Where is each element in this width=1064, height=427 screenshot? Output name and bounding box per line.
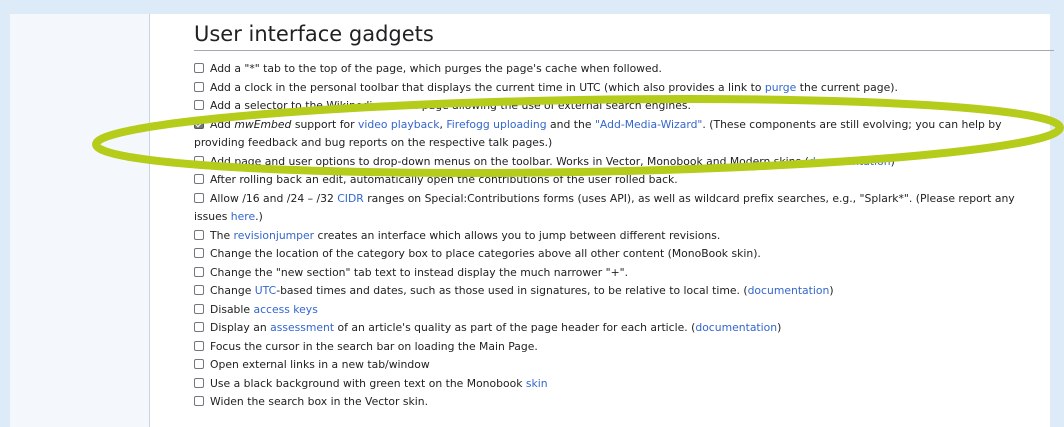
gadget-option: Change the location of the category box … xyxy=(194,245,1044,264)
gadget-checkbox[interactable] xyxy=(194,100,204,110)
gadget-option: The revisionjumper creates an interface … xyxy=(194,227,1044,246)
gadget-link[interactable]: video playback xyxy=(358,118,439,131)
gadget-checkbox[interactable] xyxy=(194,174,204,184)
gadget-text: Display an xyxy=(210,321,271,334)
gadget-checkbox[interactable] xyxy=(194,118,204,129)
gadget-option: After rolling back an edit, automaticall… xyxy=(194,171,1044,190)
gadget-text: Change the location of the category box … xyxy=(210,247,761,260)
gadget-option: Use a black background with green text o… xyxy=(194,375,1044,394)
gadget-text: Use a black background with green text o… xyxy=(210,376,526,390)
gadget-option: Add a clock in the personal toolbar that… xyxy=(194,79,1044,98)
gadget-text: Add page and user options to drop-down m… xyxy=(210,154,809,168)
gadget-text: Change the "new section" tab text to ins… xyxy=(210,265,629,279)
gadget-link[interactable]: search xyxy=(382,99,418,112)
gadget-link[interactable]: here xyxy=(231,210,255,223)
gadget-checkbox[interactable] xyxy=(194,303,204,314)
gadget-text: Add a selector to the Wikipedia xyxy=(210,99,383,112)
gadget-checkbox[interactable] xyxy=(194,81,204,92)
gadget-link[interactable]: documentation xyxy=(748,284,830,297)
sidebar-column xyxy=(10,14,150,427)
gadget-option: Change the "new section" tab text to ins… xyxy=(194,264,1044,283)
gadget-option: Add a "*" tab to the top of the page, wh… xyxy=(194,60,1044,79)
gadget-text: Add xyxy=(210,117,235,131)
gadget-text: Focus the cursor in the search bar on lo… xyxy=(210,339,538,353)
gadget-list: Add a "*" tab to the top of the page, wh… xyxy=(194,60,1044,412)
gadget-option: Add a selector to the Wikipedia search p… xyxy=(194,97,1044,116)
gadget-link[interactable]: skin xyxy=(526,377,548,390)
gadget-text: of an article's quality as part of the p… xyxy=(334,321,696,334)
gadget-checkbox[interactable] xyxy=(194,377,204,388)
gadget-link[interactable]: assessment xyxy=(270,321,334,334)
gadget-text: ) xyxy=(777,321,782,334)
gadget-text: Allow /16 and /24 – /32 xyxy=(210,191,338,205)
gadget-checkbox[interactable] xyxy=(194,266,204,277)
gadget-checkbox[interactable] xyxy=(194,229,204,240)
gadget-text: .) xyxy=(255,210,263,223)
gadget-checkbox[interactable] xyxy=(194,192,204,203)
gadget-checkbox[interactable] xyxy=(194,340,204,351)
gadget-text: ) xyxy=(829,284,834,297)
gadget-option: Open external links in a new tab/window xyxy=(194,356,1044,375)
gadget-text: ) xyxy=(890,154,895,168)
gadget-checkbox[interactable] xyxy=(194,285,204,295)
gadget-option: Add page and user options to drop-down m… xyxy=(194,153,1044,172)
gadget-checkbox[interactable] xyxy=(194,396,204,406)
gadget-link[interactable]: documentation xyxy=(695,321,777,334)
gadget-text: Add a clock in the personal toolbar that… xyxy=(210,80,765,94)
gadget-checkbox[interactable] xyxy=(194,63,204,73)
gadget-option: Widen the search box in the Vector skin. xyxy=(194,393,1044,412)
gadget-option: Add mwEmbed support for video playback, … xyxy=(194,116,1044,153)
gadget-text: -based times and dates, such as those us… xyxy=(276,284,748,297)
gadget-text: Widen the search box in the Vector skin. xyxy=(210,395,429,408)
section-heading: User interface gadgets xyxy=(194,20,1054,51)
gadget-link[interactable]: documentation xyxy=(809,155,891,168)
gadget-text: Add a "*" tab to the top of the page, wh… xyxy=(210,62,662,75)
gadget-text: page allowing the use of external search… xyxy=(418,99,691,112)
gadget-checkbox[interactable] xyxy=(194,322,204,332)
gadget-checkbox[interactable] xyxy=(194,359,204,369)
gadget-option: Allow /16 and /24 – /32 CIDR ranges on S… xyxy=(194,190,1044,227)
gadget-text: Open external links in a new tab/window xyxy=(210,358,430,371)
gadget-link[interactable]: UTC xyxy=(255,284,276,297)
gadget-text: support for xyxy=(291,117,358,131)
gadget-option: Disable access keys xyxy=(194,301,1044,320)
gadget-link[interactable]: Firefogg uploading xyxy=(446,118,546,131)
gadget-option: Change UTC-based times and dates, such a… xyxy=(194,282,1044,301)
gadget-link[interactable]: CIDR xyxy=(337,192,364,205)
gadget-text: After rolling back an edit, automaticall… xyxy=(210,173,678,186)
gadget-link[interactable]: purge xyxy=(765,81,796,94)
gadget-link[interactable]: access keys xyxy=(253,303,317,316)
gadget-link[interactable]: "Add-Media-Wizard" xyxy=(595,118,702,131)
gadget-option: Display an assessment of an article's qu… xyxy=(194,319,1044,338)
gadget-text: the current page). xyxy=(796,80,898,94)
gadget-checkbox[interactable] xyxy=(194,248,204,258)
gadget-text: The xyxy=(210,228,234,242)
gadget-text: mwEmbed xyxy=(234,117,292,131)
gadget-text: and the xyxy=(546,117,595,131)
gadget-option: Focus the cursor in the search bar on lo… xyxy=(194,338,1044,357)
gadget-link[interactable]: revisionjumper xyxy=(234,229,315,242)
gadget-text: Change xyxy=(210,284,255,297)
preferences-content: User interface gadgets Add a "*" tab to … xyxy=(150,14,1054,427)
gadget-text: creates an interface which allows you to… xyxy=(314,228,721,242)
gadget-text: Disable xyxy=(210,302,254,316)
gadget-checkbox[interactable] xyxy=(194,155,204,166)
